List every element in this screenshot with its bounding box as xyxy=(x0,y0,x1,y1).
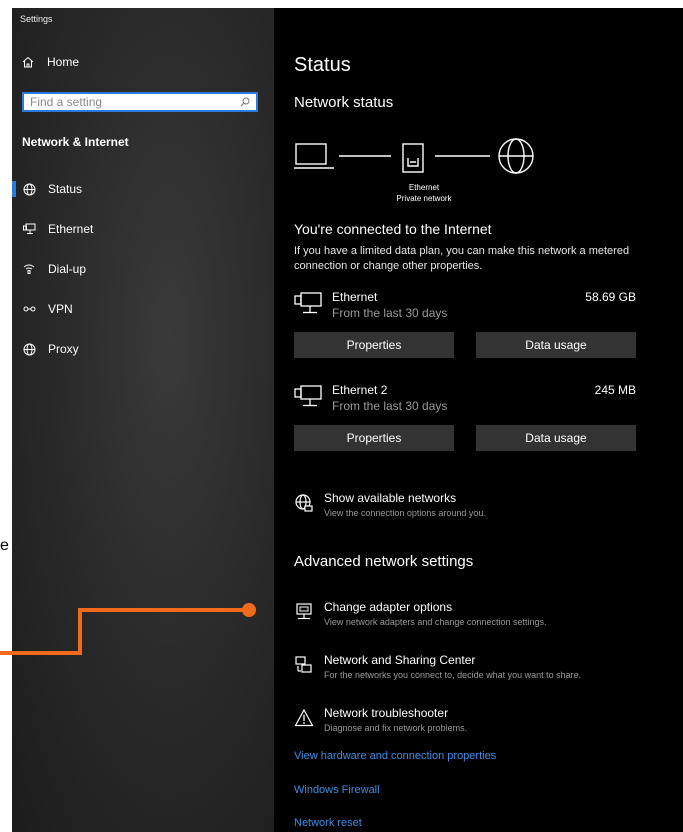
search-input[interactable] xyxy=(30,95,230,109)
section-title: Network & Internet xyxy=(22,135,129,149)
network-reset-link[interactable]: Network reset xyxy=(294,817,362,829)
adapter-monitor-icon xyxy=(296,603,312,620)
adapter-ethernet: Ethernet From the last 30 days 58.69 GB xyxy=(294,290,636,320)
main-panel: Status Network status Ethernet Private n… xyxy=(274,8,683,832)
data-usage-button[interactable]: Data usage xyxy=(476,425,636,451)
adapter-data-size: 58.69 GB xyxy=(585,290,636,304)
hardware-properties-link[interactable]: View hardware and connection properties xyxy=(294,750,496,762)
device-label: Ethernet xyxy=(408,183,440,192)
settings-window: Settings Home Network & Internet xyxy=(12,8,683,832)
status-globe-icon xyxy=(23,183,35,195)
adapter-period: From the last 30 days xyxy=(332,399,448,413)
sidebar-item-label: Ethernet xyxy=(48,222,94,236)
page-title: Status xyxy=(294,54,351,76)
dialup-icon xyxy=(23,264,35,274)
adapter-period: From the last 30 days xyxy=(332,306,448,320)
adapter-name: Ethernet xyxy=(332,290,378,304)
sidebar: Settings Home Network & Internet xyxy=(12,8,274,832)
option-title: Network and Sharing Center xyxy=(324,653,476,667)
search-icon[interactable] xyxy=(240,97,250,107)
windows-firewall-link[interactable]: Windows Firewall xyxy=(294,784,380,796)
network-troubleshooter[interactable]: Network troubleshooter Diagnose and fix … xyxy=(294,706,467,733)
option-subtitle: For the networks you connect to, decide … xyxy=(324,670,582,680)
network-globe-icon xyxy=(295,494,313,512)
warning-icon xyxy=(294,708,314,727)
home-nav-item[interactable]: Home xyxy=(22,55,79,69)
option-subtitle: View the connection options around you. xyxy=(324,508,486,518)
option-title: Network troubleshooter xyxy=(324,706,449,720)
sharing-center-icon xyxy=(295,656,312,673)
show-available-networks[interactable]: Show available networks View the connect… xyxy=(294,491,486,518)
window-title: Settings xyxy=(20,14,53,24)
sidebar-item-label: Dial-up xyxy=(48,262,87,276)
proxy-globe-icon xyxy=(23,343,35,355)
network-sharing-center[interactable]: Network and Sharing Center For the netwo… xyxy=(294,653,581,680)
diagram-caption: Ethernet Private network xyxy=(362,182,486,204)
metered-info-text: If you have a limited data plan, you can… xyxy=(294,245,630,272)
adapter-name: Ethernet 2 xyxy=(332,383,388,397)
ethernet-adapter-icon xyxy=(294,385,322,407)
sidebar-item-label: VPN xyxy=(48,302,73,316)
selection-indicator xyxy=(12,181,16,197)
network-profile-label: Private network xyxy=(396,194,452,203)
sidebar-item-status[interactable]: Status xyxy=(22,182,82,196)
home-label: Home xyxy=(47,55,80,69)
cropped-caption-text: e xyxy=(0,537,9,554)
search-box[interactable] xyxy=(22,92,258,112)
adapter-data-size: 245 MB xyxy=(594,383,636,397)
option-subtitle: Diagnose and fix network problems. xyxy=(324,723,468,733)
option-subtitle: View network adapters and change connect… xyxy=(324,617,547,627)
ethernet-adapter-icon xyxy=(294,292,322,314)
sidebar-item-vpn[interactable]: VPN xyxy=(22,302,73,316)
sidebar-item-label: Status xyxy=(48,182,83,196)
properties-button[interactable]: Properties xyxy=(294,332,454,358)
sidebar-item-dialup[interactable]: Dial-up xyxy=(22,262,86,276)
sidebar-item-ethernet[interactable]: Ethernet xyxy=(22,222,93,236)
internet-globe-icon xyxy=(498,138,534,174)
change-adapter-options[interactable]: Change adapter options View network adap… xyxy=(294,600,546,627)
adapter-ethernet-2: Ethernet 2 From the last 30 days 245 MB xyxy=(294,383,636,413)
connected-status-text: You're connected to the Internet xyxy=(294,221,492,237)
sidebar-item-proxy[interactable]: Proxy xyxy=(22,342,79,356)
option-title: Show available networks xyxy=(324,491,457,505)
network-status-heading: Network status xyxy=(294,94,394,111)
laptop-icon xyxy=(294,143,334,169)
ethernet-port-icon xyxy=(402,143,424,173)
advanced-settings-heading: Advanced network settings xyxy=(294,553,474,570)
sidebar-item-label: Proxy xyxy=(48,342,79,356)
home-icon xyxy=(22,56,34,68)
vpn-icon xyxy=(23,306,35,312)
option-title: Change adapter options xyxy=(324,600,453,614)
network-diagram xyxy=(294,138,534,174)
data-usage-button[interactable]: Data usage xyxy=(476,332,636,358)
ethernet-icon xyxy=(22,223,35,234)
properties-button[interactable]: Properties xyxy=(294,425,454,451)
